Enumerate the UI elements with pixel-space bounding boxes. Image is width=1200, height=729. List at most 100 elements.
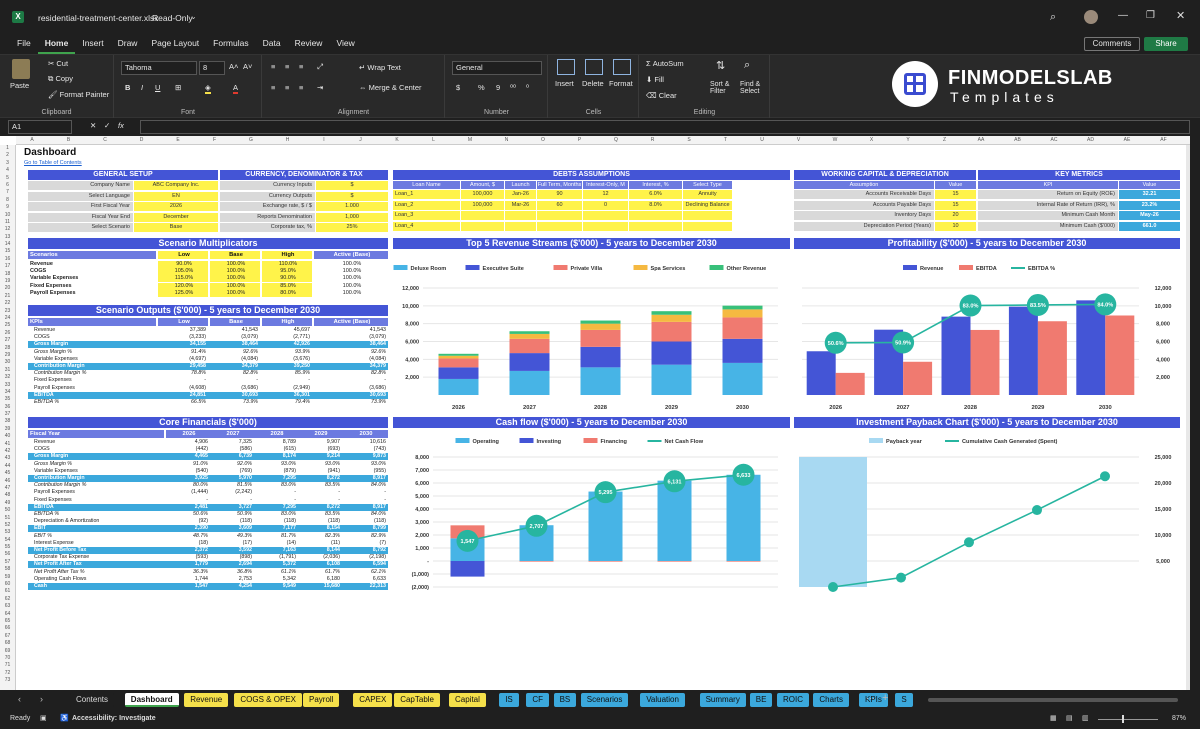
share-button[interactable]: Share: [1144, 37, 1188, 51]
row-header[interactable]: 5: [0, 175, 15, 182]
autosum-button[interactable]: Σ AutoSum: [646, 59, 684, 68]
row-header[interactable]: 62: [0, 596, 15, 603]
fill-color-icon[interactable]: ◈: [205, 83, 211, 94]
debts-cell[interactable]: Loan_4: [393, 221, 460, 231]
tab-roic[interactable]: ROIC: [777, 693, 809, 707]
column-header[interactable]: M: [460, 137, 480, 143]
row-header[interactable]: 30: [0, 359, 15, 366]
column-header[interactable]: Z: [935, 137, 955, 143]
column-header[interactable]: Q: [606, 137, 626, 143]
find-select-button[interactable]: Find & Select: [740, 81, 770, 95]
row-header[interactable]: 33: [0, 382, 15, 389]
mode-chevron-icon[interactable]: ⌄: [190, 12, 197, 21]
sort-filter-button[interactable]: Sort & Filter: [710, 81, 740, 95]
row-header[interactable]: 8: [0, 197, 15, 204]
percent-icon[interactable]: %: [478, 83, 485, 92]
row-header[interactable]: 68: [0, 640, 15, 647]
tab-scroll-left-icon[interactable]: ‹: [18, 694, 21, 704]
tab-charts[interactable]: Charts: [813, 693, 849, 707]
row-header[interactable]: 38: [0, 418, 15, 425]
debts-cell[interactable]: [537, 211, 582, 221]
row-header[interactable]: 73: [0, 677, 15, 684]
wc-value[interactable]: 15: [935, 200, 976, 210]
column-header[interactable]: V: [789, 137, 809, 143]
row-header[interactable]: 29: [0, 352, 15, 359]
multipliers-cell[interactable]: 95.0%: [262, 268, 312, 276]
row-header[interactable]: 47: [0, 485, 15, 492]
row-header[interactable]: 3: [0, 160, 15, 167]
add-sheet-icon[interactable]: +: [882, 692, 888, 704]
column-header[interactable]: H: [278, 137, 298, 143]
row-header[interactable]: 56: [0, 551, 15, 558]
row-header[interactable]: 21: [0, 293, 15, 300]
tab-valuation[interactable]: Valuation: [640, 693, 685, 707]
cut-button[interactable]: ✂ Cut: [48, 59, 68, 68]
debts-cell[interactable]: Jan-26: [505, 190, 536, 199]
row-header[interactable]: 50: [0, 507, 15, 514]
row-header[interactable]: 32: [0, 374, 15, 381]
row-header[interactable]: 24: [0, 315, 15, 322]
align-left-icon[interactable]: ≡: [271, 83, 275, 92]
row-header[interactable]: 67: [0, 633, 15, 640]
font-color-icon[interactable]: A: [233, 83, 239, 94]
menu-home[interactable]: Home: [37, 34, 76, 54]
accessibility-icon[interactable]: ♿: [60, 714, 69, 722]
row-header[interactable]: 45: [0, 470, 15, 477]
tab-summary[interactable]: Summary: [699, 693, 746, 707]
row-header[interactable]: 14: [0, 241, 15, 248]
tab-cf[interactable]: CF: [526, 693, 550, 707]
tab-be[interactable]: BE: [749, 693, 773, 707]
page-break-icon[interactable]: ▥: [1082, 714, 1089, 722]
row-header[interactable]: 25: [0, 322, 15, 329]
align-right-icon[interactable]: ≡: [299, 83, 303, 92]
row-header[interactable]: 27: [0, 337, 15, 344]
row-header[interactable]: 28: [0, 345, 15, 352]
multipliers-cell[interactable]: 115.0%: [158, 275, 208, 283]
row-header[interactable]: 37: [0, 411, 15, 418]
column-header[interactable]: W: [825, 137, 845, 143]
column-header[interactable]: U: [752, 137, 772, 143]
row-header[interactable]: 59: [0, 574, 15, 581]
debts-cell[interactable]: [583, 211, 628, 221]
column-header[interactable]: R: [643, 137, 663, 143]
multipliers-cell[interactable]: 110.0%: [262, 261, 312, 268]
debts-cell[interactable]: 90: [537, 190, 582, 199]
debts-cell[interactable]: Annuity: [683, 190, 732, 199]
decrease-decimal-icon[interactable]: ⁰: [526, 83, 529, 92]
find-icon[interactable]: ⌕: [744, 59, 750, 72]
tab-contents[interactable]: Contents: [70, 693, 115, 707]
column-header[interactable]: Y: [898, 137, 918, 143]
debts-cell[interactable]: [629, 221, 682, 231]
row-header[interactable]: 10: [0, 212, 15, 219]
multipliers-cell[interactable]: 105.0%: [158, 268, 208, 276]
name-box[interactable]: A1: [8, 120, 72, 134]
wc-value[interactable]: 20: [935, 211, 976, 221]
tab-bs[interactable]: BS: [553, 693, 577, 707]
copy-button[interactable]: ⧉ Copy: [48, 74, 73, 84]
tab-scroll-right-icon[interactable]: ›: [40, 694, 43, 704]
column-header[interactable]: K: [387, 137, 407, 143]
format-cells-icon[interactable]: [613, 59, 631, 75]
debts-cell[interactable]: [461, 221, 504, 231]
column-header[interactable]: F: [205, 137, 225, 143]
currency-value[interactable]: $: [316, 181, 388, 190]
currency-value[interactable]: 1,000: [316, 212, 388, 222]
align-middle-icon[interactable]: ≡: [285, 62, 289, 71]
column-header[interactable]: A: [22, 137, 42, 143]
row-header[interactable]: 72: [0, 670, 15, 677]
debts-cell[interactable]: [537, 221, 582, 231]
window-mode[interactable]: Read-Only: [152, 13, 193, 23]
debts-cell[interactable]: 60: [537, 200, 582, 210]
underline-icon[interactable]: U: [155, 83, 160, 92]
general-value[interactable]: 2026: [134, 202, 218, 212]
row-header[interactable]: 64: [0, 611, 15, 618]
tab-s[interactable]: S: [895, 693, 913, 707]
column-header[interactable]: AB: [1008, 137, 1028, 143]
row-header[interactable]: 11: [0, 219, 15, 226]
debts-cell[interactable]: Loan_1: [393, 190, 460, 199]
debts-cell[interactable]: [583, 221, 628, 231]
debts-cell[interactable]: Mar-26: [505, 200, 536, 210]
toc-link[interactable]: Go to Table of Contents: [24, 160, 82, 166]
number-format-select[interactable]: General: [452, 61, 542, 75]
paste-icon[interactable]: [12, 59, 30, 79]
